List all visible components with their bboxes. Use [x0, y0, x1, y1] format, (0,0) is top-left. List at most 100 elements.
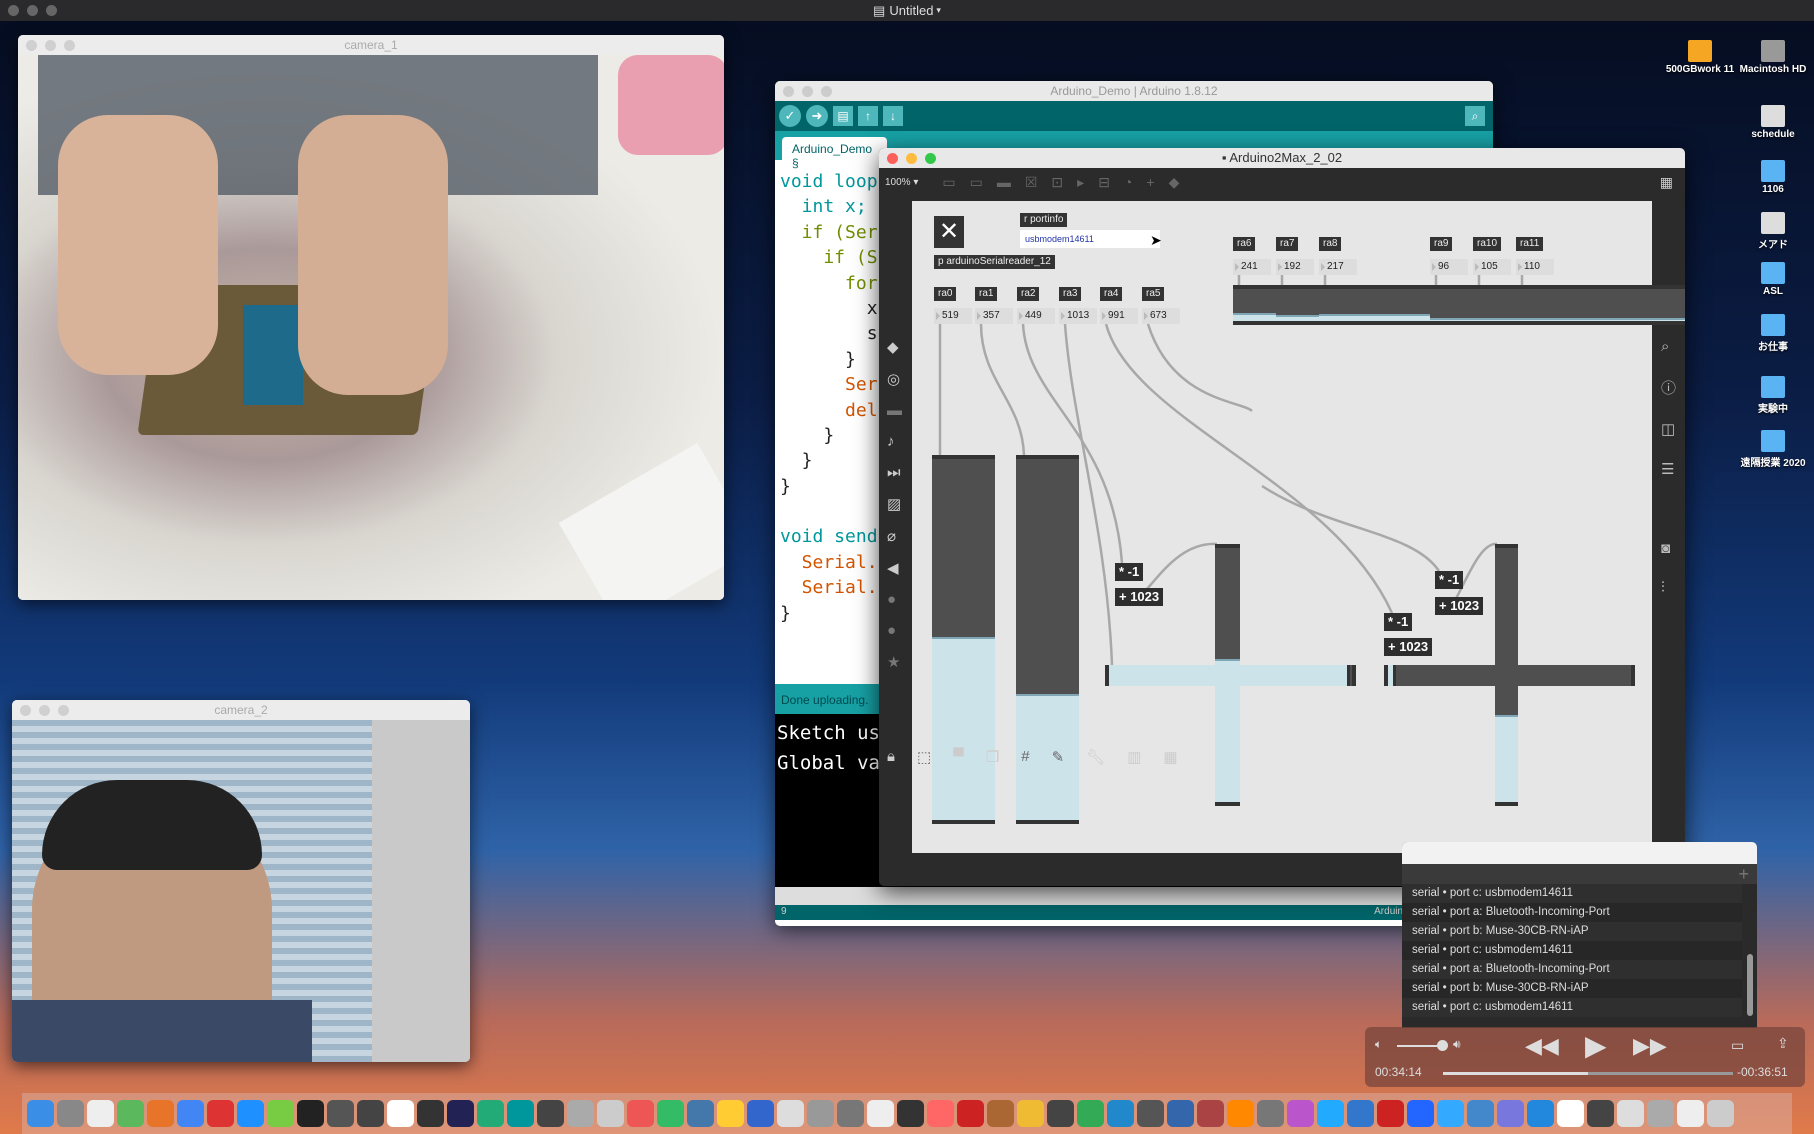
console-row[interactable]: serial • port b: Muse-30CB-RN-iAP [1402, 922, 1742, 941]
add-icon[interactable]: + [1738, 864, 1749, 884]
piano-icon[interactable]: ▥ [1127, 748, 1141, 766]
select-icon[interactable]: ⬚ [917, 748, 931, 766]
dock-app-icon[interactable] [1587, 1100, 1614, 1127]
number-box-ra3[interactable]: 1013 [1059, 308, 1097, 324]
play-step-icon[interactable]: ⏭ [887, 464, 902, 481]
dock-app-icon[interactable] [1377, 1100, 1404, 1127]
dock-app-icon[interactable] [207, 1100, 234, 1127]
lock-icon[interactable]: 🔒︎ [887, 748, 895, 766]
dock-app-icon[interactable] [687, 1100, 714, 1127]
add-object[interactable]: + 1023 [1435, 597, 1484, 615]
dock-app-icon[interactable] [657, 1100, 684, 1127]
add-object[interactable]: + 1023 [1115, 588, 1164, 606]
dock-app-icon[interactable] [417, 1100, 444, 1127]
number-box-ra9[interactable]: 96 [1430, 259, 1468, 275]
dock-app-icon[interactable] [87, 1100, 114, 1127]
number-box-ra1[interactable]: 357 [975, 308, 1013, 324]
button-icon[interactable]: ☒ [1025, 174, 1038, 191]
dock-app-icon[interactable] [327, 1100, 354, 1127]
toggle-x[interactable]: ✕ [934, 216, 964, 248]
multiply-object[interactable]: * -1 [1384, 613, 1413, 631]
mixer-icon[interactable]: ⫶ [1661, 579, 1676, 596]
dock-app-icon[interactable] [927, 1100, 954, 1127]
dock-app-icon[interactable] [297, 1100, 324, 1127]
star-icon[interactable]: ★ [887, 653, 902, 671]
desktop-icon-folder[interactable]: 実験中 [1738, 376, 1808, 415]
desktop-icon-file[interactable]: メアド [1738, 212, 1808, 251]
dock-app-icon[interactable] [597, 1100, 624, 1127]
dock-app-icon[interactable] [537, 1100, 564, 1127]
play-icon[interactable]: ▶ [1585, 1029, 1607, 1062]
dock-app-icon[interactable] [837, 1100, 864, 1127]
camera-2-window[interactable]: camera_2 [12, 700, 470, 1062]
console-scrollbar[interactable] [1747, 954, 1753, 1016]
dock-app-icon[interactable] [357, 1100, 384, 1127]
tab-arduino-demo[interactable]: Arduino_Demo § [782, 137, 887, 170]
dock-app-icon[interactable] [1257, 1100, 1284, 1127]
desktop-icon-drive[interactable]: Macintosh HD [1738, 40, 1808, 75]
dock-app-icon[interactable] [1167, 1100, 1194, 1127]
new-button[interactable]: ▤ [833, 106, 853, 126]
receive-object-ra5[interactable]: ra5 [1142, 287, 1165, 301]
add-icon[interactable]: + [1146, 174, 1154, 190]
receive-object-ra8[interactable]: ra8 [1319, 237, 1342, 251]
dock-app-icon[interactable] [897, 1100, 924, 1127]
dock-app-icon[interactable] [387, 1100, 414, 1127]
cube-icon[interactable]: ◆ [887, 338, 902, 356]
new-object-icon[interactable]: ▭ [942, 174, 955, 191]
comment-icon[interactable]: ▬ [997, 174, 1011, 190]
port-message-box[interactable]: usbmodem14611 [1020, 230, 1160, 248]
camera-icon[interactable]: ◙ [1661, 540, 1676, 557]
console-row[interactable]: serial • port c: usbmodem14611 [1402, 998, 1742, 1017]
desktop-icon-file[interactable]: schedule [1738, 105, 1808, 140]
volume-slider[interactable] [1397, 1045, 1439, 1047]
dock-app-icon[interactable] [117, 1100, 144, 1127]
receive-object-ra6[interactable]: ra6 [1233, 237, 1256, 251]
number-box-ra0[interactable]: 519 [934, 308, 972, 324]
number-box-ra6[interactable]: 241 [1233, 259, 1271, 275]
message-icon[interactable]: ▭ [970, 174, 983, 191]
dock-app-icon[interactable] [267, 1100, 294, 1127]
dock-app-icon[interactable] [1017, 1100, 1044, 1127]
dock-app-icon[interactable] [567, 1100, 594, 1127]
dock-app-icon[interactable] [777, 1100, 804, 1127]
max-console-window[interactable]: + serial • port c: usbmodem14611 serial •… [1402, 842, 1757, 1028]
camera-1-window[interactable]: camera_1 [18, 35, 724, 600]
fast-forward-icon[interactable]: ▶▶ [1633, 1033, 1667, 1059]
dock-app-icon[interactable] [1077, 1100, 1104, 1127]
dock-app-icon[interactable] [1467, 1100, 1494, 1127]
receive-object-ra4[interactable]: ra4 [1100, 287, 1123, 301]
dock-app-icon[interactable] [1137, 1100, 1164, 1127]
receive-object-ra3[interactable]: ra3 [1059, 287, 1082, 301]
list-icon[interactable]: ☰ [1661, 460, 1676, 478]
console-row[interactable]: serial • port a: Bluetooth-Incoming-Port [1402, 960, 1742, 979]
dock-app-icon[interactable] [1197, 1100, 1224, 1127]
vslider-ra2-inverted[interactable] [1215, 544, 1240, 806]
receive-object-ra9[interactable]: ra9 [1430, 237, 1453, 251]
number-box-ra5[interactable]: 673 [1142, 308, 1180, 324]
receive-object-ra1[interactable]: ra1 [975, 287, 998, 301]
paint-icon[interactable]: ◆ [1169, 174, 1180, 191]
desktop-icon-drive[interactable]: 500GBwork 11 [1665, 40, 1735, 75]
dock-app-icon[interactable] [1317, 1100, 1344, 1127]
number-box-ra8[interactable]: 217 [1319, 259, 1357, 275]
search-icon[interactable]: ⌕ [1661, 338, 1676, 355]
dock-app-icon[interactable] [447, 1100, 474, 1127]
plug-icon[interactable]: ◀ [887, 559, 902, 577]
console-row[interactable]: serial • port c: usbmodem14611 [1402, 941, 1742, 960]
vslider-ra5-inverted[interactable] [1495, 544, 1518, 806]
max-patcher-window[interactable]: ▪ Arduino2Max_2_02 100% ▾ ▭ ▭ ▬ ☒ ⊡ ▸ ⊟ ◔ + ◆ ▦ ◆… [879, 148, 1685, 886]
receive-object-ra7[interactable]: ra7 [1276, 237, 1299, 251]
dock-app-icon[interactable] [627, 1100, 654, 1127]
receive-object-ra0[interactable]: ra0 [934, 287, 957, 301]
dock-app-icon[interactable] [1287, 1100, 1314, 1127]
console-row[interactable]: serial • port a: Bluetooth-Incoming-Port [1402, 903, 1742, 922]
share-icon[interactable]: ⇪ [1777, 1035, 1789, 1052]
wrench-icon[interactable]: 🔧︎ [1086, 748, 1105, 766]
dock-app-icon[interactable] [867, 1100, 894, 1127]
airplay-icon[interactable]: ▭ [1731, 1037, 1744, 1054]
number-box-ra10[interactable]: 105 [1473, 259, 1511, 275]
multiply-object[interactable]: * -1 [1115, 563, 1144, 581]
desktop-icon-folder[interactable]: ASL [1738, 262, 1808, 297]
rewind-icon[interactable]: ◀◀ [1525, 1033, 1559, 1059]
